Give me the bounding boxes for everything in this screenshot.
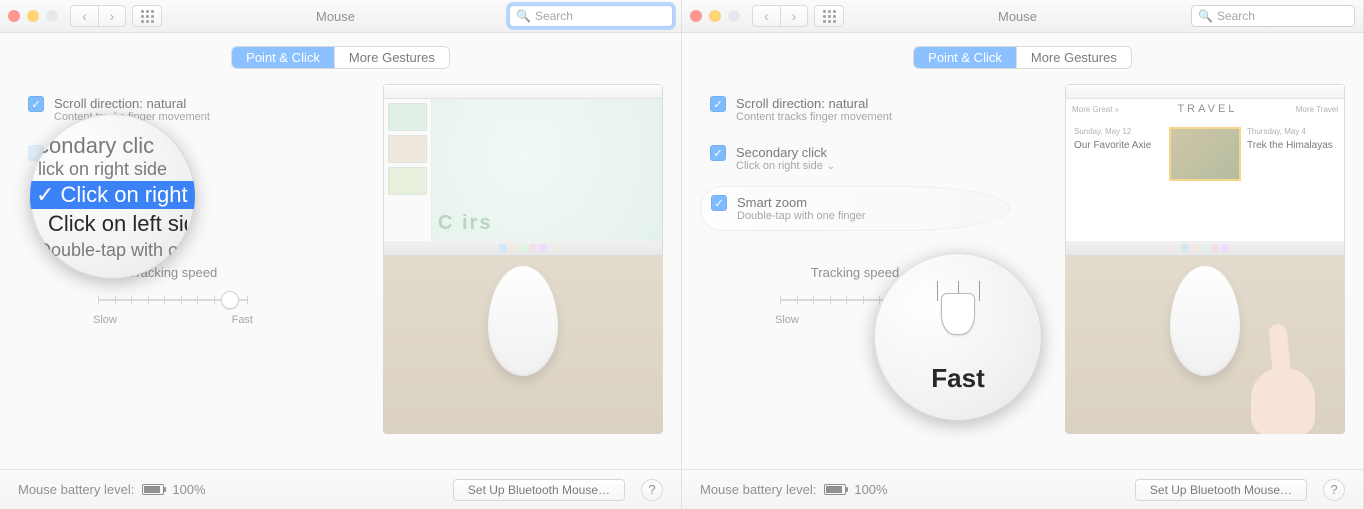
minimize-icon[interactable]: [27, 10, 39, 22]
option-sub: Double-tap with one finger: [737, 210, 865, 222]
battery-label: Mouse battery level:: [18, 482, 134, 497]
chevron-down-icon: ⌄: [827, 161, 835, 172]
bluetooth-button[interactable]: Set Up Bluetooth Mouse…: [1135, 479, 1307, 501]
option-label: Smart zoom: [737, 195, 865, 210]
back-button[interactable]: ‹: [70, 5, 98, 27]
battery-value: 100%: [854, 482, 887, 497]
mouse-graphic: [1170, 266, 1240, 376]
mag-subheading: lick on right side: [38, 159, 187, 180]
option-sub[interactable]: Click on right side ⌄: [736, 160, 835, 172]
tabs: Point & Click More Gestures: [232, 47, 449, 68]
preview-travel-header: TRAVEL: [1127, 101, 1288, 117]
tab-point-click[interactable]: Point & Click: [232, 47, 335, 68]
search-icon: 🔍: [516, 9, 531, 23]
checkbox-scroll[interactable]: ✓: [28, 96, 44, 112]
option-scroll-direction[interactable]: ✓ Scroll direction: natural Content trac…: [700, 88, 1010, 131]
check-icon: ✓: [36, 182, 54, 208]
dropdown-option-right[interactable]: ✓ Click on right sid: [30, 181, 195, 209]
bluetooth-button[interactable]: Set Up Bluetooth Mouse…: [453, 479, 625, 501]
tab-point-click[interactable]: Point & Click: [914, 47, 1017, 68]
footer: Mouse battery level: 100% Set Up Bluetoo…: [0, 469, 681, 509]
option-label: Secondary click: [736, 145, 835, 160]
preview-date: Thursday, May 4: [1247, 127, 1336, 136]
zoom-icon[interactable]: [46, 10, 58, 22]
mag-tail: Double-tap with on: [38, 240, 187, 261]
search-input[interactable]: [535, 9, 682, 23]
slider-max: Fast: [232, 314, 253, 326]
toolbar: ‹ › Mouse 🔍: [682, 0, 1363, 33]
search-field[interactable]: 🔍: [1191, 5, 1355, 27]
checkbox-secondary[interactable]: ✓: [710, 145, 726, 161]
pane-right: ‹ › Mouse 🔍 Point & Click More Gestures …: [682, 0, 1364, 509]
forward-button[interactable]: ›: [780, 5, 808, 27]
slider-knob[interactable]: [221, 291, 239, 309]
tab-more-gestures[interactable]: More Gestures: [335, 47, 449, 68]
tracking-label: Tracking speed: [811, 265, 899, 280]
mouse-graphic: [488, 266, 558, 376]
close-icon[interactable]: [690, 10, 702, 22]
show-all-button[interactable]: [132, 5, 162, 27]
option-label: Scroll direction: natural: [54, 96, 210, 111]
checkbox-smartzoom[interactable]: ✓: [711, 195, 727, 211]
window-controls: [690, 10, 740, 22]
preview-more-left: More Great »: [1072, 105, 1119, 114]
back-button[interactable]: ‹: [752, 5, 780, 27]
show-all-button[interactable]: [814, 5, 844, 27]
slider-min: Slow: [93, 314, 117, 326]
tracking-slider[interactable]: [98, 290, 248, 310]
preview-text: C irs: [438, 212, 492, 235]
tracking-speed: Tracking speed Slow Fast: [43, 265, 303, 326]
magnifier-dropdown: condary clic lick on right side ✓ Click …: [30, 114, 195, 279]
battery-label: Mouse battery level:: [700, 482, 816, 497]
preview-date: Sunday, May 12: [1074, 127, 1163, 136]
window-title: Mouse: [316, 9, 355, 24]
preview-area: More Great » TRAVEL More Travel Sunday, …: [1065, 84, 1345, 434]
tabs: Point & Click More Gestures: [914, 47, 1131, 68]
battery-icon: [142, 484, 164, 495]
preview-headline: Our Favorite Axie: [1074, 140, 1163, 151]
minimize-icon[interactable]: [709, 10, 721, 22]
checkbox-scroll[interactable]: ✓: [710, 96, 726, 112]
preview-map-image: [1169, 127, 1241, 181]
slider-knob-zoom: [941, 293, 975, 335]
forward-button[interactable]: ›: [98, 5, 126, 27]
hand-graphic: [1241, 324, 1317, 434]
slider-min: Slow: [775, 314, 799, 326]
option-label: Scroll direction: natural: [736, 96, 892, 111]
search-icon: 🔍: [1198, 9, 1213, 23]
battery-icon: [824, 484, 846, 495]
zoom-icon[interactable]: [728, 10, 740, 22]
preview-headline: Trek the Himalayas: [1247, 140, 1336, 151]
help-button[interactable]: ?: [1323, 479, 1345, 501]
window-title: Mouse: [998, 9, 1037, 24]
search-input[interactable]: [1217, 9, 1364, 23]
preview-area: C irs: [383, 84, 663, 434]
option-sub: Content tracks finger movement: [736, 111, 892, 123]
footer: Mouse battery level: 100% Set Up Bluetoo…: [682, 469, 1363, 509]
dropdown-option-left[interactable]: Click on left side: [38, 210, 187, 238]
mag-heading: condary clic: [38, 133, 187, 159]
tab-more-gestures[interactable]: More Gestures: [1017, 47, 1131, 68]
preview-more-right: More Travel: [1296, 105, 1338, 114]
battery-value: 100%: [172, 482, 205, 497]
mag-fast-label: Fast: [931, 363, 984, 394]
magnifier-slider: Fast: [874, 253, 1042, 421]
search-field[interactable]: 🔍: [509, 5, 673, 27]
window-controls: [8, 10, 58, 22]
close-icon[interactable]: [8, 10, 20, 22]
option-secondary-click[interactable]: ✓ Secondary click Click on right side ⌄: [700, 137, 1010, 180]
option-scroll-direction[interactable]: ✓ Scroll direction: natural Content trac…: [18, 88, 328, 131]
option-smart-zoom[interactable]: ✓ Smart zoom Double-tap with one finger: [700, 186, 1010, 231]
toolbar: ‹ › Mouse 🔍: [0, 0, 681, 33]
help-button[interactable]: ?: [641, 479, 663, 501]
